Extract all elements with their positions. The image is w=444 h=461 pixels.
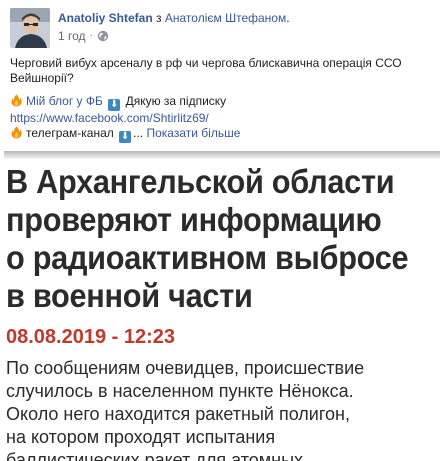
with-prefix: з (156, 11, 162, 25)
post-text: Черговий вибух арсеналу в рф чи чергова … (10, 56, 438, 151)
telegram-label: телеграм-канал (26, 126, 114, 140)
see-more-link[interactable]: Показати більше (146, 126, 240, 140)
avatar-photo-icon (10, 8, 50, 48)
article-headline: В Архангельской области проверяют информ… (6, 163, 409, 315)
headline-line: В Архангельской области (6, 163, 395, 200)
with-suffix: . (286, 11, 290, 25)
headline-line: в военной части (6, 277, 253, 314)
down-arrow-emoji-icon: ⬇ (108, 99, 121, 111)
facebook-post: Anatoliy Shtefan з Анатолієм Штефаном. 1… (0, 0, 444, 461)
author-name-link[interactable]: Anatoliy Shtefan (58, 11, 153, 25)
globe-icon[interactable] (97, 30, 109, 42)
post-text-line: Вейшнорії? (10, 71, 74, 85)
article-body-line: баллистических ракет для атомных (6, 450, 304, 461)
blog-label: Мій блог у ФБ (26, 94, 103, 108)
image-top-border (4, 151, 440, 159)
post-text-line: Черговий вибух арсеналу в рф чи чергова … (10, 56, 402, 70)
post-timestamp[interactable]: 1 год (58, 28, 86, 44)
article-body-line: на котором проходят испытания (6, 427, 276, 447)
blog-thanks: Дякую за підписку (125, 94, 227, 108)
tagged-person-link[interactable]: Анатолієм Штефаном (165, 11, 286, 25)
author-avatar[interactable] (10, 8, 50, 48)
headline-line: проверяют информацию (6, 201, 382, 238)
article-body-line: По сообщениям очевидцев, происшествие (6, 358, 365, 378)
fire-emoji-icon (10, 94, 23, 107)
article-screenshot-image[interactable]: В Архангельской области проверяют информ… (0, 151, 444, 461)
post-meta: 1 год · (58, 28, 290, 44)
author-line: Anatoliy Shtefan з Анатолієм Штефаном. (58, 10, 290, 26)
article-body-line: Около него находится ракетный полигон, (6, 404, 350, 424)
post-header: Anatoliy Shtefan з Анатолієм Штефаном. 1… (10, 8, 290, 48)
article-body: По сообщениям очевидцев, происшествие сл… (6, 357, 438, 461)
facebook-page-link[interactable]: https://www.facebook.com/Shtirlitz69/ (10, 111, 209, 125)
down-arrow-emoji-icon: ⬇ (119, 131, 132, 143)
fire-emoji-icon (10, 126, 23, 139)
meta-separator: · (89, 30, 93, 41)
ellipsis: ... (133, 126, 144, 140)
article-body-line: случилось в населенном пункте Нёнокса. (6, 381, 354, 401)
article-date: 08.08.2019 - 12:23 (6, 326, 176, 348)
headline-line: о радиоактивном выбросе (6, 239, 409, 276)
